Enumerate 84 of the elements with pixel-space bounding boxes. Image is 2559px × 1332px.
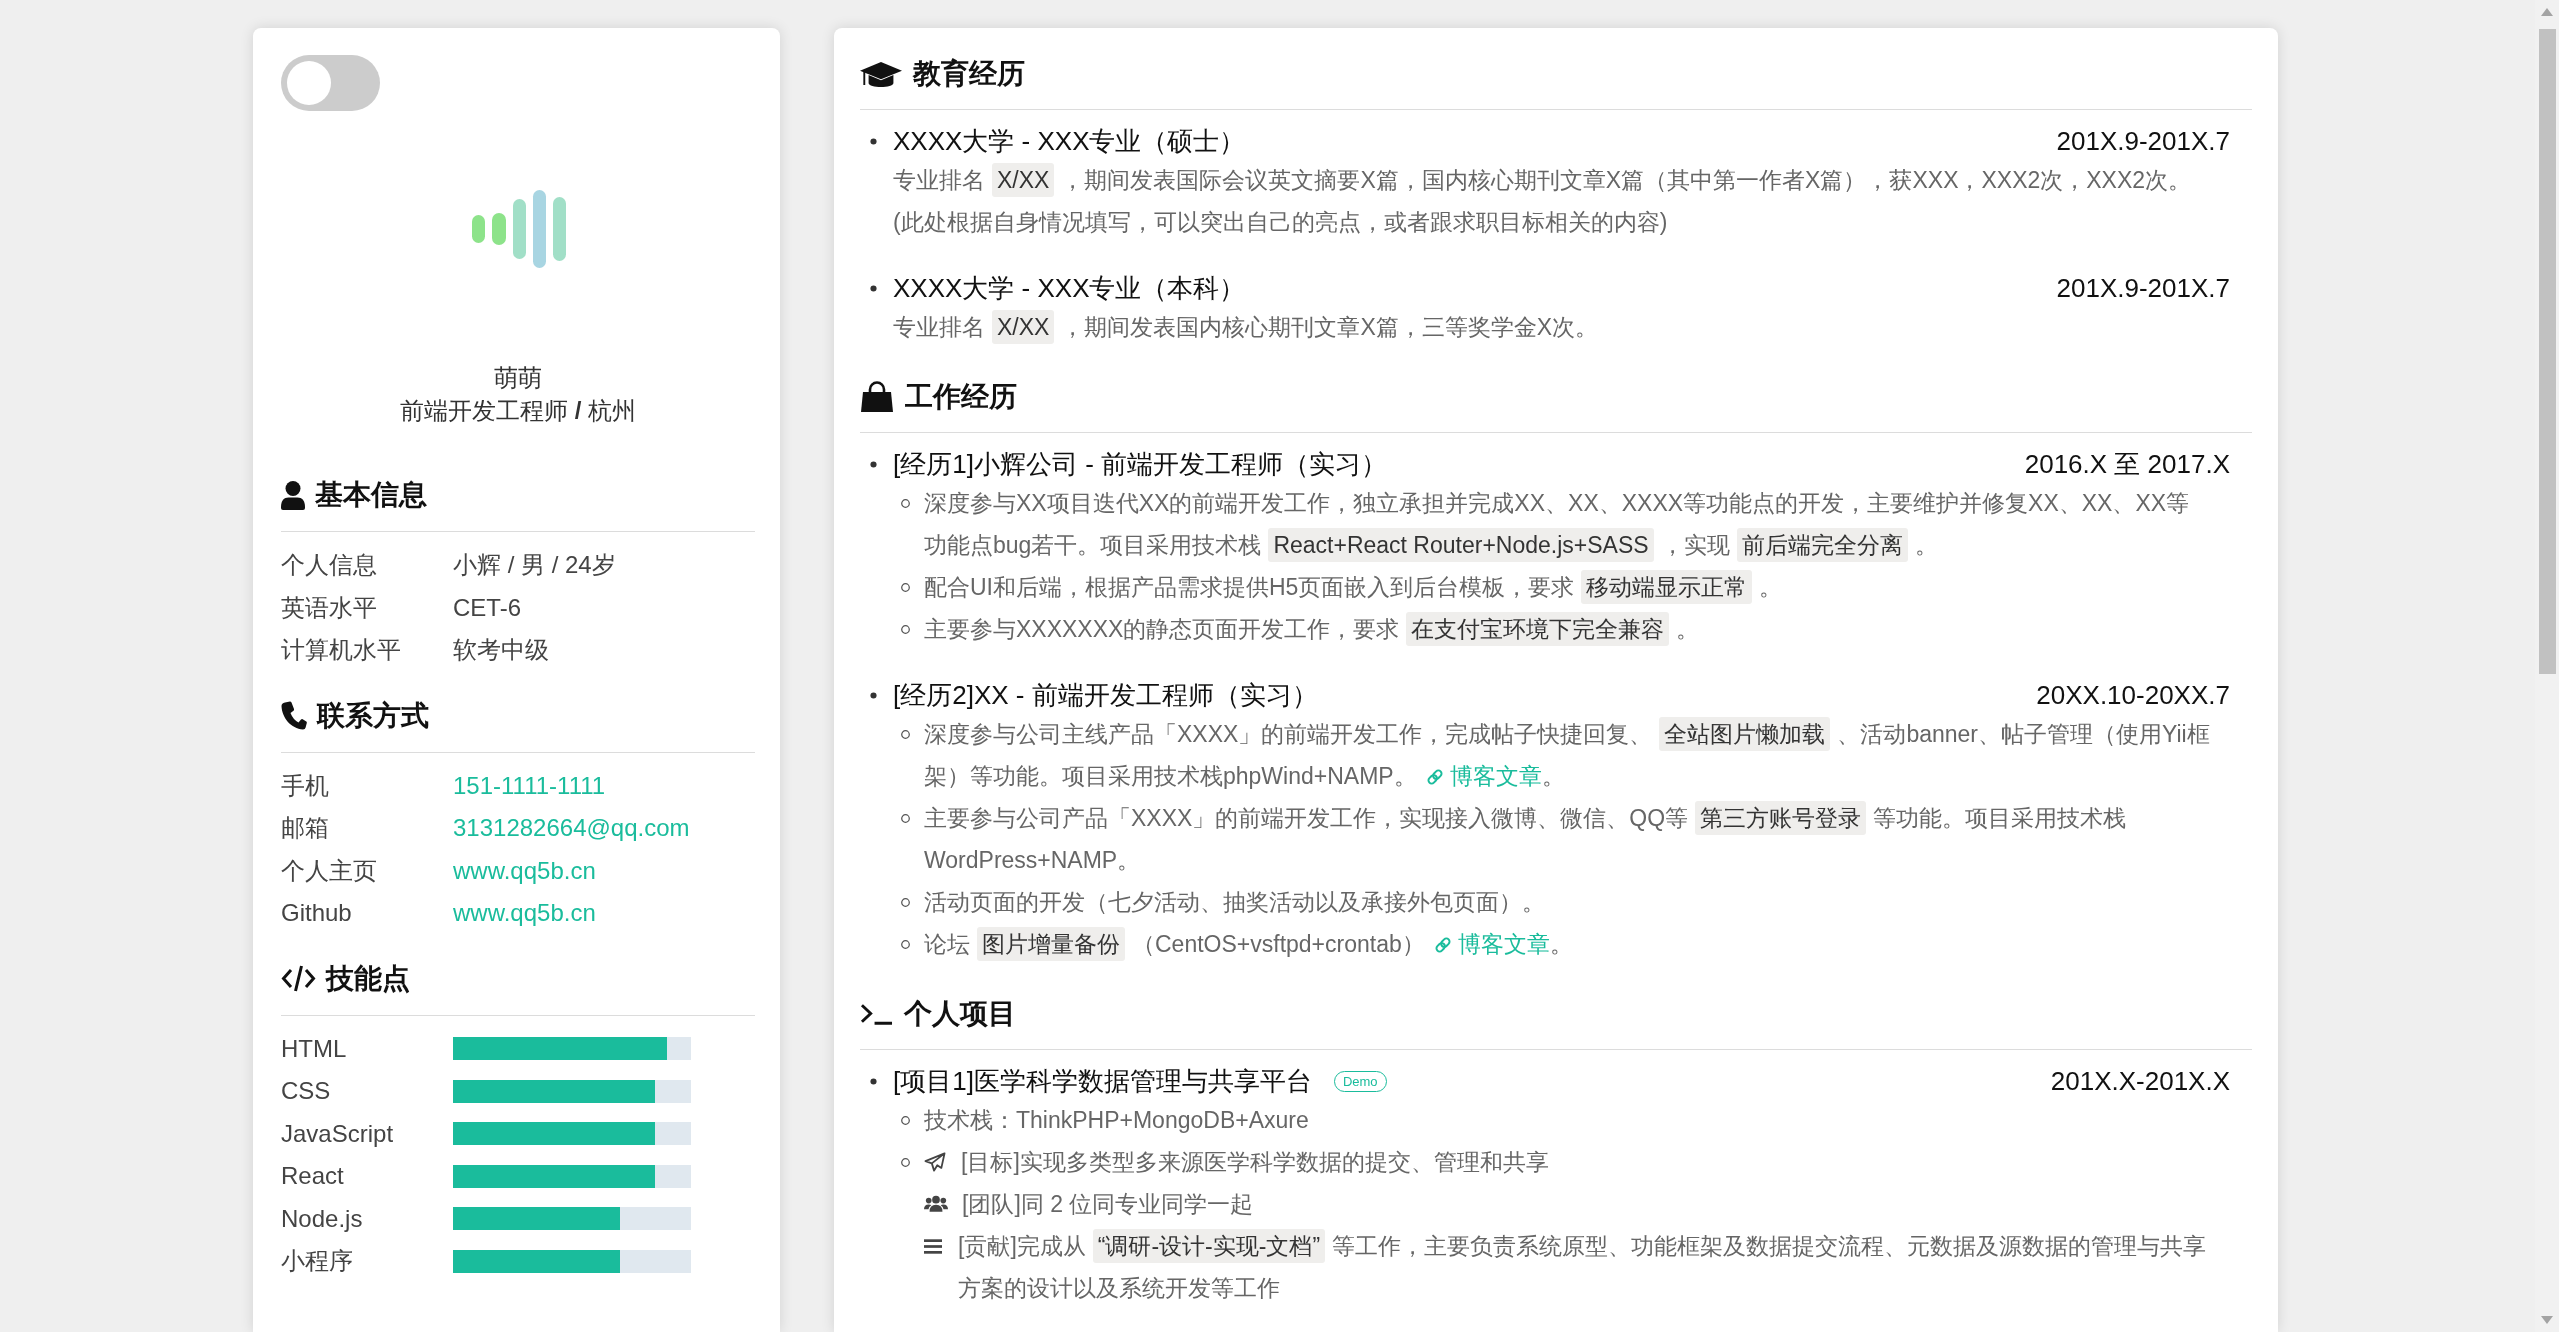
paper-plane-icon: [924, 1152, 946, 1172]
date-range: 20XX.10-20XX.7: [2036, 678, 2230, 712]
date-range: 201X.9-201X.7: [2056, 124, 2230, 158]
info-label: 个人信息: [281, 550, 378, 581]
users-icon: [924, 1195, 948, 1213]
circle-bullet-icon: [901, 897, 910, 907]
section-heading: 技能点: [326, 961, 410, 996]
contact-label: Github: [281, 898, 353, 929]
scroll-up-icon[interactable]: [2541, 8, 2553, 16]
detail-text: 配合UI和后端，根据产品需求提供H5页面嵌入到后台模板，要求 移动端显示正常 。: [924, 566, 2210, 608]
blog-link[interactable]: 博客文章: [1433, 931, 1550, 957]
bullet-icon: [870, 138, 877, 145]
section-heading: 教育经历: [913, 57, 1025, 91]
section-heading: 联系方式: [317, 698, 429, 733]
bullet-icon: [870, 1078, 877, 1085]
skill-name: CSS: [281, 1076, 332, 1107]
terminal-icon: [860, 1002, 893, 1026]
description-text: 专业排名 X/XX ，期间发表国内核心期刊文章X篇，三等奖学金X次。: [893, 306, 2230, 348]
circle-bullet-icon: [901, 1115, 910, 1125]
entry-title: XXXX大学 - XXX专业（硕士）: [893, 124, 1246, 158]
bullet-icon: [870, 461, 877, 468]
skill-name: JavaScript: [281, 1118, 395, 1149]
shopping-bag-icon: [860, 381, 894, 413]
info-value: CET-6: [453, 592, 521, 623]
detail-text: 深度参与XX项目迭代XX的前端开发工作，独立承担并完成XX、XX、XXXX等功能点的开发，主要维护并修复XX、XX、XX等功能点bug若干。项目采用技术栈 React+React Router+Node.js+SASS ，实现 前后端完全分离 。: [924, 482, 2210, 566]
section-heading: 工作经历: [905, 380, 1017, 414]
contact-link[interactable]: www.qq5b.cn: [453, 852, 596, 889]
contact-link[interactable]: 3131282664@qq.com: [453, 810, 690, 847]
circle-bullet-icon: [901, 1157, 910, 1167]
toggle-switch[interactable]: [281, 55, 380, 111]
description-text: (此处根据自身情况填写，可以突出自己的亮点，或者跟求职目标相关的内容): [893, 208, 1669, 237]
detail-text: 主要参与公司产品「XXXX」的前端开发工作，实现接入微博、微信、QQ等 第三方账号登录 等功能。项目采用技术栈WordPress+NAMP。: [924, 797, 2210, 881]
section-heading: 个人项目: [904, 997, 1016, 1031]
info-label: 计算机水平: [281, 635, 402, 666]
date-range: 2016.X 至 2017.X: [2024, 447, 2230, 481]
profile-role: 前端开发工程师 / 杭州: [399, 396, 637, 426]
circle-bullet-icon: [901, 624, 910, 634]
skill-name: 小程序: [281, 1246, 354, 1277]
bullet-icon: [870, 692, 877, 699]
detail-text: 主要参与XXXXXXX的静态页面开发工作，要求 在支付宝环境下完全兼容 。: [924, 608, 2210, 650]
phone-icon: [281, 701, 307, 730]
skill-name: Node.js: [281, 1203, 364, 1234]
bars-logo-icon: [472, 190, 566, 268]
contact-label: 个人主页: [281, 855, 378, 886]
graduation-cap-icon: [860, 60, 902, 88]
entry-title: [经历2]XX - 前端开发工程师（实习）: [893, 678, 1318, 712]
detail-text: 深度参与公司主线产品「XXXX」的前端开发工作，完成帖子快捷回复、 全站图片懒加载 、活动banner、帖子管理（使用Yii框架）等功能。项目采用技术栈phpWind+NAMP。 博客文章。: [924, 713, 2210, 797]
skill-name: HTML: [281, 1033, 348, 1064]
scroll-down-icon[interactable]: [2541, 1316, 2553, 1324]
detail-text: 活动页面的开发（七夕活动、抽奖活动以及承接外包页面）。: [924, 888, 1546, 917]
description-text: 专业排名 X/XX ，期间发表国际会议英文摘要X篇，国内核心期刊文章X篇（其中第一作者X篇），获XXX，XXX2次，XXX2次。: [893, 159, 2230, 201]
bullet-icon: [870, 285, 877, 292]
info-value: 小辉 / 男 / 24岁: [453, 550, 616, 581]
date-range: 201X.X-201X.X: [2050, 1064, 2230, 1098]
contact-link[interactable]: 151-1111-1111: [453, 767, 606, 804]
skill-name: React: [281, 1161, 345, 1192]
contact-link[interactable]: www.qq5b.cn: [453, 895, 596, 932]
contact-label: 手机: [281, 770, 330, 801]
blog-link[interactable]: 博客文章: [1425, 763, 1542, 789]
detail-text: [贡献]完成从 “调研-设计-实现-文档” 等工作，主要负责系统原型、功能框架及数据提交流程、元数据及源数据的管理与共享方案的设计以及系统开发等工作: [958, 1225, 2210, 1309]
circle-bullet-icon: [901, 813, 910, 823]
detail-text: 论坛 图片增量备份 （CentOS+vsftpd+crontab） 博客文章。: [924, 923, 2210, 965]
detail-text: [团队]同 2 位同专业同学一起: [962, 1190, 1255, 1219]
section-heading: 基本信息: [315, 478, 427, 512]
info-value: 软考中级: [453, 635, 549, 666]
circle-bullet-icon: [901, 582, 910, 592]
circle-bullet-icon: [901, 729, 910, 739]
user-icon: [281, 480, 305, 510]
detail-text: [目标]实现多类型多来源医学科学数据的提交、管理和共享: [961, 1148, 1550, 1177]
date-range: 201X.9-201X.7: [2056, 271, 2230, 305]
contact-label: 邮箱: [281, 813, 330, 844]
link-icon: [1433, 936, 1452, 954]
profile-name: 萌萌: [493, 363, 543, 393]
list-icon: [924, 1238, 942, 1254]
entry-title: [项目1]医学科学数据管理与共享平台: [893, 1064, 1312, 1098]
entry-title: XXXX大学 - XXX专业（本科）: [893, 271, 1246, 305]
circle-bullet-icon: [901, 939, 910, 949]
detail-text: 技术栈：ThinkPHP+MongoDB+Axure: [924, 1106, 1310, 1135]
info-label: 英语水平: [281, 592, 378, 623]
code-icon: [281, 964, 316, 993]
scrollbar-thumb[interactable]: [2538, 29, 2556, 674]
link-icon: [1425, 768, 1444, 786]
entry-title: [经历1]小辉公司 - 前端开发工程师（实习）: [893, 447, 1387, 481]
circle-bullet-icon: [901, 498, 910, 508]
